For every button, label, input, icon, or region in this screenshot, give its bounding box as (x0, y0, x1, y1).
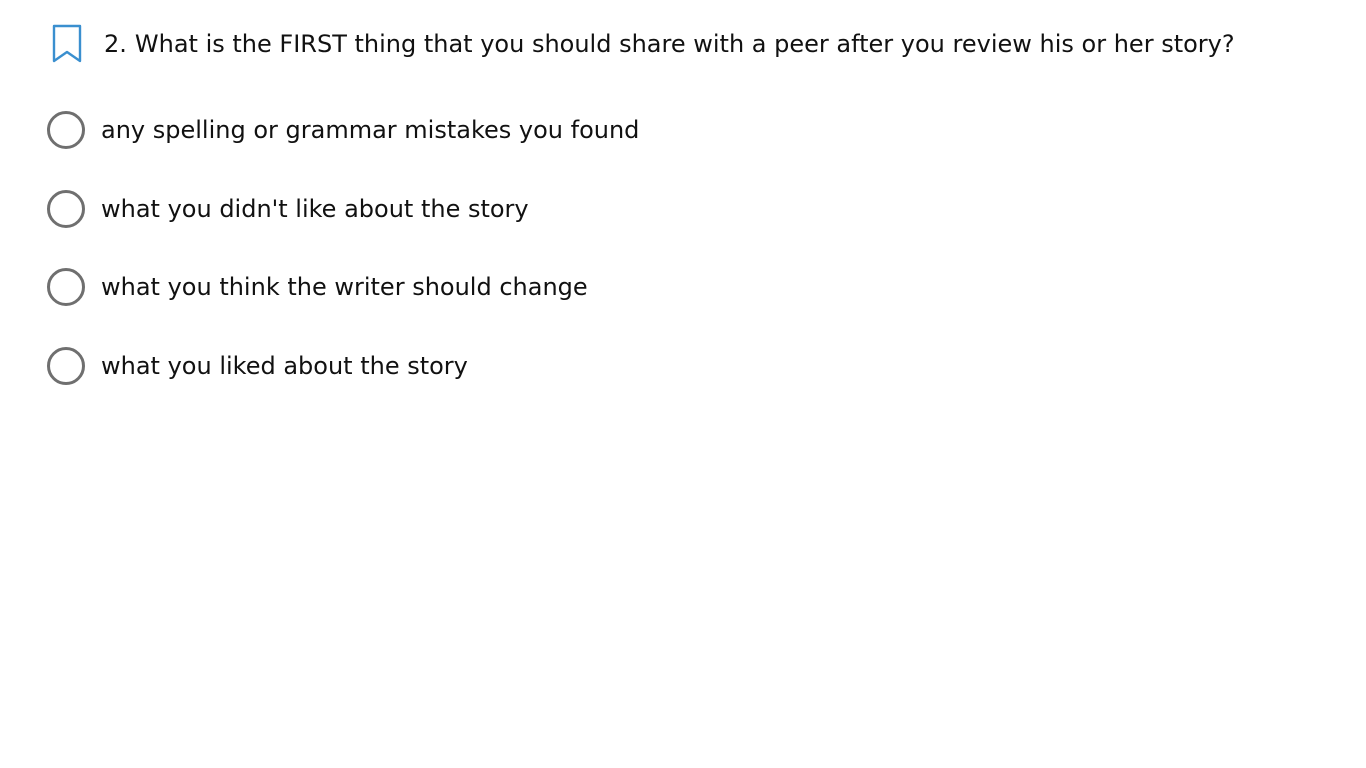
bookmark-icon[interactable] (52, 24, 82, 64)
answer-option-label: what you liked about the story (101, 351, 468, 380)
quiz-page: 2. What is the FIRST thing that you shou… (0, 0, 1366, 768)
radio-button[interactable] (47, 189, 85, 228)
radio-button[interactable] (47, 111, 85, 149)
answer-options: any spelling or grammar mistakes you fou… (47, 109, 639, 423)
answer-option-4[interactable]: what you liked about the story (47, 345, 639, 387)
radio-button[interactable] (47, 346, 85, 385)
answer-option-2[interactable]: what you didn't like about the story (47, 188, 639, 230)
question-header: 2. What is the FIRST thing that you shou… (52, 24, 1235, 64)
answer-option-3[interactable]: what you think the writer should change (47, 266, 639, 308)
answer-option-1[interactable]: any spelling or grammar mistakes you fou… (47, 109, 639, 151)
answer-option-label: what you think the writer should change (101, 273, 588, 301)
radio-button[interactable] (47, 268, 85, 306)
question-number: 2. (104, 30, 127, 58)
question-text: What is the FIRST thing that you should … (134, 30, 1235, 58)
answer-option-label: any spelling or grammar mistakes you fou… (101, 116, 640, 144)
answer-option-label: what you didn't like about the story (101, 194, 529, 223)
